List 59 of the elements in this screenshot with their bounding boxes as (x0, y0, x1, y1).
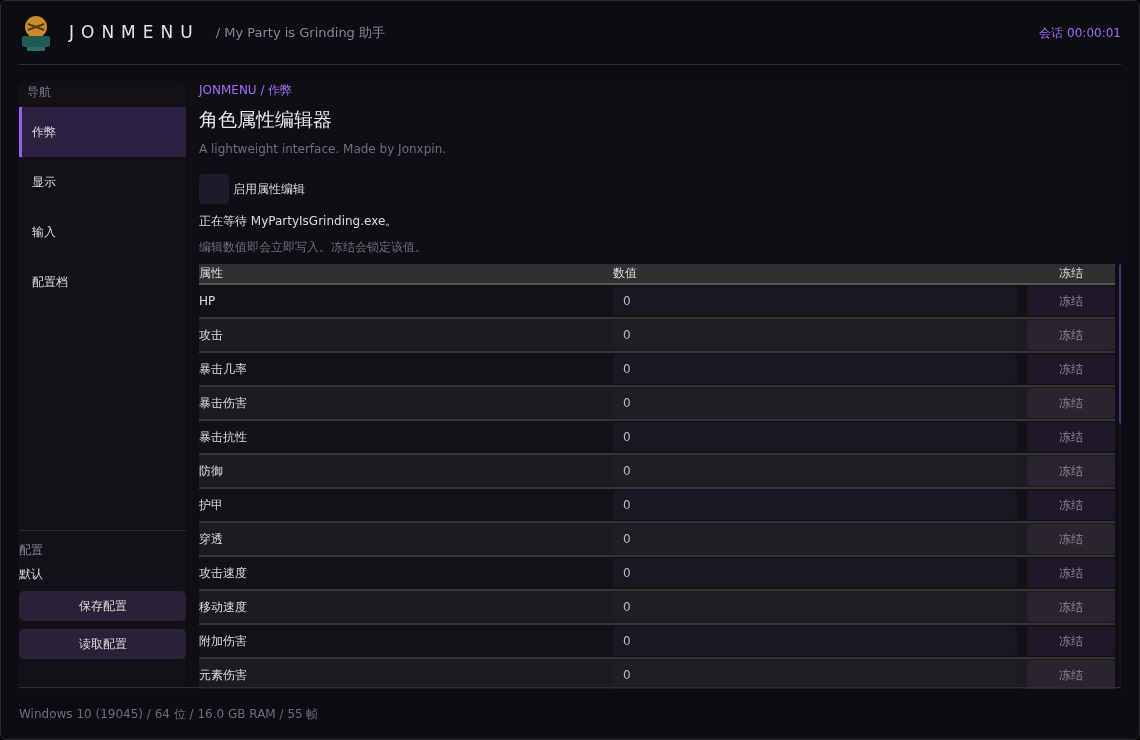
value-field[interactable]: 0 (613, 421, 1017, 452)
value-field[interactable]: 0 (613, 319, 1017, 350)
freeze-button[interactable]: 冻结 (1027, 285, 1115, 316)
attribute-name: 移动速度 (199, 598, 248, 616)
freeze-button[interactable]: 冻结 (1027, 489, 1115, 520)
session-timer: 会话 00:00:01 (1039, 24, 1121, 42)
value-field[interactable]: 0 (613, 387, 1017, 418)
value-field[interactable]: 0 (613, 455, 1017, 486)
value-field[interactable]: 0 (613, 659, 1017, 689)
app-title: JONMENU (69, 20, 200, 44)
attribute-name: 元素伤害 (199, 666, 248, 684)
logo-icon (19, 13, 53, 52)
freeze-button[interactable]: 冻结 (1027, 455, 1115, 486)
value-field[interactable]: 0 (613, 591, 1017, 622)
config-name: 默认 (19, 566, 44, 583)
freeze-button[interactable]: 冻结 (1027, 353, 1115, 384)
checkbox-label: 启用属性编辑 (233, 180, 305, 198)
breadcrumb: JONMENU / 作弊 (199, 82, 294, 99)
freeze-button[interactable]: 冻结 (1027, 319, 1115, 350)
attribute-name: 暴击抗性 (199, 428, 248, 446)
value-field[interactable]: 0 (613, 557, 1017, 588)
nav-heading: 导航 (26, 84, 52, 101)
attribute-name: 攻击速度 (199, 564, 248, 582)
column-header: 属性 (199, 265, 224, 282)
save-config-button[interactable]: 保存配置 (19, 591, 186, 621)
column-header: 冻结 (1058, 265, 1084, 282)
nav-item[interactable]: 作弊 (19, 107, 186, 157)
attribute-name: 附加伤害 (199, 632, 248, 650)
value-field[interactable]: 0 (613, 489, 1017, 520)
attribute-name: 防御 (199, 462, 224, 480)
nav-item[interactable]: 输入 (19, 207, 186, 257)
freeze-button[interactable]: 冻结 (1027, 625, 1115, 656)
nav-item[interactable]: 配置档 (19, 257, 186, 307)
nav-item[interactable]: 显示 (19, 157, 186, 207)
config-heading: 配置 (19, 542, 44, 559)
freeze-button[interactable]: 冻结 (1027, 591, 1115, 622)
attribute-name: 攻击 (199, 326, 224, 344)
status-text: 正在等待 MyPartyIsGrinding.exe。 (199, 212, 399, 230)
attribute-name: 护甲 (199, 496, 224, 514)
freeze-button[interactable]: 冻结 (1027, 659, 1115, 689)
attribute-name: 暴击伤害 (199, 394, 248, 412)
freeze-button[interactable]: 冻结 (1027, 557, 1115, 588)
status-bar-text: Windows 10 (19045) / 64 位 / 16.0 GB RAM / 55 帧 (19, 705, 319, 723)
hint-text: 编辑数值即会立即写入。冻结会锁定该值。 (199, 238, 428, 256)
attribute-name: 穿透 (199, 530, 224, 548)
app-subtitle: / My Party is Grinding 助手 (215, 23, 385, 42)
value-field[interactable]: 0 (613, 285, 1017, 316)
value-field[interactable]: 0 (613, 625, 1017, 656)
attribute-name: 暴击几率 (199, 360, 248, 378)
value-field[interactable]: 0 (613, 353, 1017, 384)
attribute-name: HP (199, 292, 217, 310)
freeze-button[interactable]: 冻结 (1027, 523, 1115, 554)
tagline: A lightweight interface. Made by Jonxpin. (199, 140, 448, 158)
load-config-button[interactable]: 读取配置 (19, 629, 186, 659)
page-title: 角色属性编辑器 (199, 107, 333, 132)
freeze-button[interactable]: 冻结 (1027, 421, 1115, 452)
freeze-button[interactable]: 冻结 (1027, 387, 1115, 418)
value-field[interactable]: 0 (613, 523, 1017, 554)
column-header: 数值 (613, 265, 638, 282)
